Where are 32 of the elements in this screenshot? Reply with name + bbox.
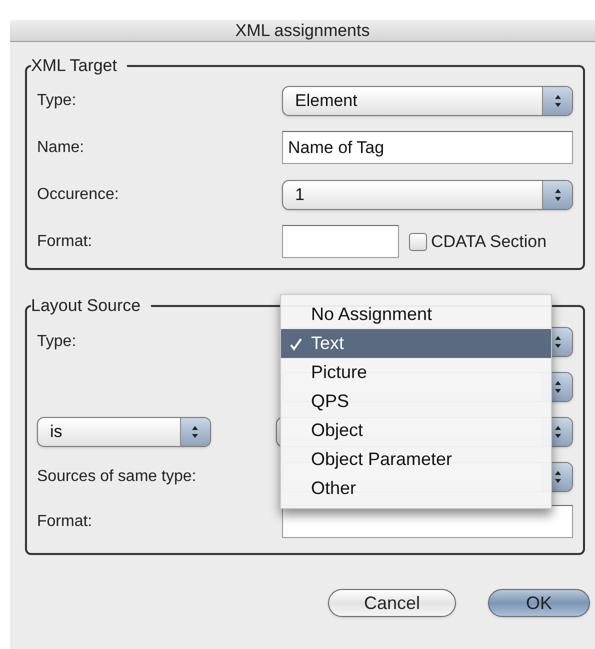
window-title: XML assignments — [235, 20, 370, 42]
cdata-checkbox[interactable]: CDATA Section — [409, 228, 547, 254]
menu-item[interactable]: Object Parameter — [281, 445, 551, 474]
menu-item[interactable]: Text — [281, 329, 551, 358]
text-field[interactable] — [282, 225, 399, 258]
field-label: Name: — [37, 138, 84, 156]
menu-item[interactable]: Other — [281, 474, 551, 503]
text-field[interactable]: Name of Tag — [282, 131, 573, 164]
stepper-arrows-icon — [554, 188, 562, 202]
stepper-arrows-icon — [554, 380, 562, 394]
popup-button[interactable]: Element — [282, 86, 573, 116]
field-label: Type: — [37, 92, 76, 108]
ok-button[interactable]: OK — [488, 589, 590, 617]
stepper-arrows-icon — [191, 424, 200, 438]
menu-item[interactable]: No Assignment — [281, 300, 551, 329]
menu-item[interactable]: Picture — [281, 358, 551, 387]
stepper-arrows-icon — [554, 334, 562, 348]
field-label: Occurence: — [37, 186, 119, 202]
field-label: Sources of same type: — [37, 468, 196, 484]
menu-item[interactable]: Object — [281, 416, 551, 445]
stepper-arrows-icon — [554, 424, 562, 438]
field-label: Format: — [37, 232, 92, 250]
popup-button[interactable]: is — [37, 416, 211, 446]
field-label: Type: — [37, 332, 76, 350]
popup-button[interactable]: 1 — [282, 180, 573, 210]
checkmark-icon — [289, 336, 303, 350]
menu-item[interactable]: QPS — [281, 387, 551, 416]
stepper-arrows-icon — [554, 94, 562, 108]
checkbox[interactable] — [409, 232, 427, 250]
stepper-arrows-icon — [554, 470, 562, 484]
field-label: Format: — [37, 512, 92, 530]
cancel-button[interactable]: Cancel — [328, 589, 456, 617]
